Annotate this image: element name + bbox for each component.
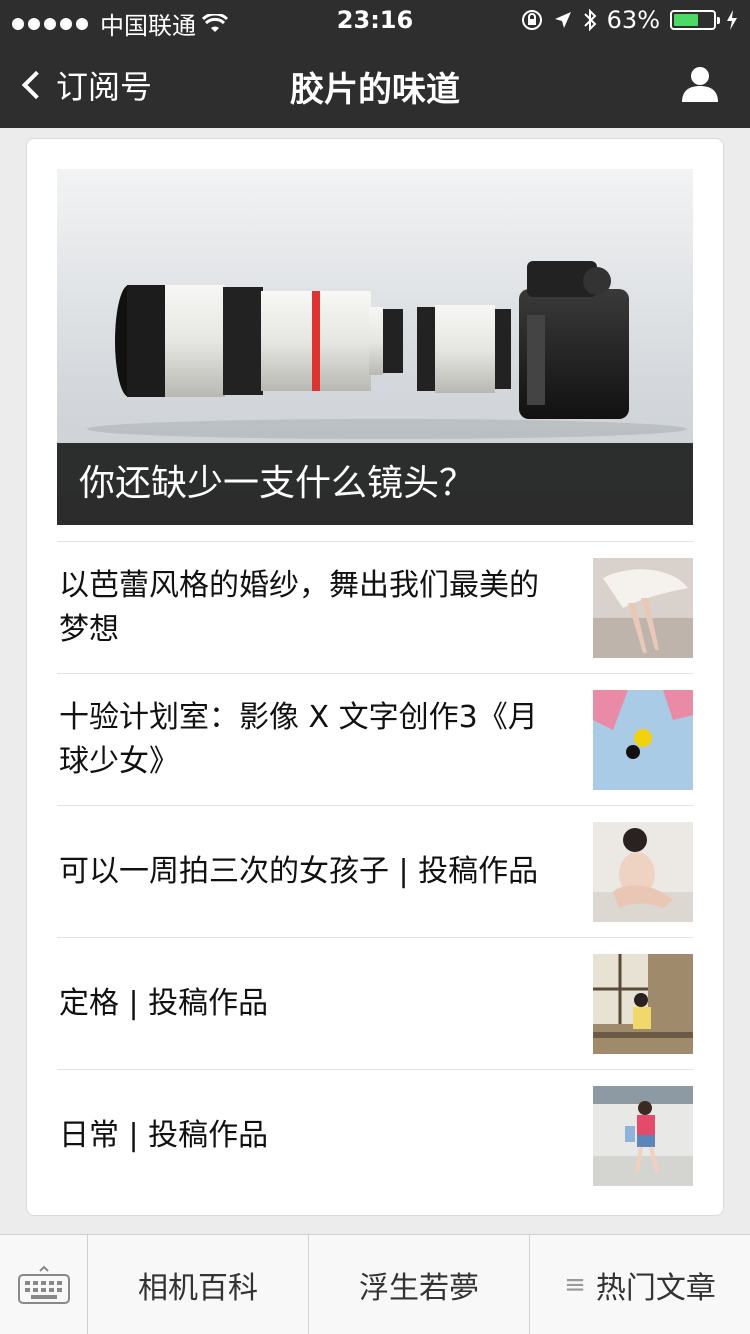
menu-tab-fusheng[interactable]: 浮生若夢 [309, 1235, 530, 1334]
cover-article[interactable]: 你还缺少一支什么镜头？ [57, 169, 693, 525]
article-title: 日常 | 投稿作品 [59, 1118, 269, 1153]
article-thumbnail [593, 558, 693, 658]
menu-tab-label: 相机百科 [138, 1270, 258, 1306]
battery-percent: 63% [606, 6, 660, 34]
list-item[interactable]: 可以一周拍三次的女孩子 | 投稿作品 [57, 805, 693, 937]
person-icon[interactable] [680, 64, 720, 104]
article-card: 你还缺少一支什么镜头？ 以芭蕾风格的婚纱，舞出我们最美的梦想 十验计划室：影像 … [26, 138, 724, 1216]
location-icon [554, 12, 571, 28]
status-right: 63% [521, 6, 738, 34]
article-thumbnail [593, 954, 693, 1054]
menu-tab-label: 热门文章 [595, 1270, 716, 1306]
page-title: 胶片的味道 [290, 70, 460, 110]
menu-tab-label: 浮生若夢 [359, 1270, 479, 1306]
status-bar: 中国联通 23:16 63% [0, 0, 750, 40]
article-title: 可以一周拍三次的女孩子 | 投稿作品 [59, 854, 539, 889]
menu-icon: ≡ [564, 1269, 586, 1300]
list-item[interactable]: 十验计划室：影像 X 文字创作3《月球少女》 [57, 673, 693, 805]
rotation-lock-icon [521, 10, 542, 30]
menu-tab-hot-articles[interactable]: ≡ 热门文章 [530, 1235, 750, 1334]
article-thumbnail [593, 822, 693, 922]
article-title: 定格 | 投稿作品 [59, 986, 269, 1021]
nav-bar: 订阅号 胶片的味道 [0, 40, 750, 128]
bluetooth-icon [583, 8, 597, 32]
keyboard-toggle-button[interactable] [0, 1235, 88, 1334]
battery-fill [674, 14, 698, 26]
article-thumbnail [593, 1086, 693, 1186]
keyboard-icon [18, 1265, 70, 1304]
list-item[interactable]: 日常 | 投稿作品 [57, 1069, 693, 1201]
article-thumbnail [593, 690, 693, 790]
article-list: 以芭蕾风格的婚纱，舞出我们最美的梦想 十验计划室：影像 X 文字创作3《月球少女… [57, 541, 693, 1201]
charging-icon [727, 10, 737, 30]
bottom-menu: 相机百科 浮生若夢 ≡ 热门文章 [0, 1234, 750, 1334]
list-item[interactable]: 以芭蕾风格的婚纱，舞出我们最美的梦想 [57, 541, 693, 673]
list-item[interactable]: 定格 | 投稿作品 [57, 937, 693, 1069]
battery-icon [670, 10, 720, 30]
article-title: 十验计划室：影像 X 文字创作3《月球少女》 [59, 700, 538, 779]
article-title: 以芭蕾风格的婚纱，舞出我们最美的梦想 [59, 568, 539, 647]
menu-tab-camera-wiki[interactable]: 相机百科 [88, 1235, 309, 1334]
cover-title: 你还缺少一支什么镜头？ [57, 443, 693, 525]
